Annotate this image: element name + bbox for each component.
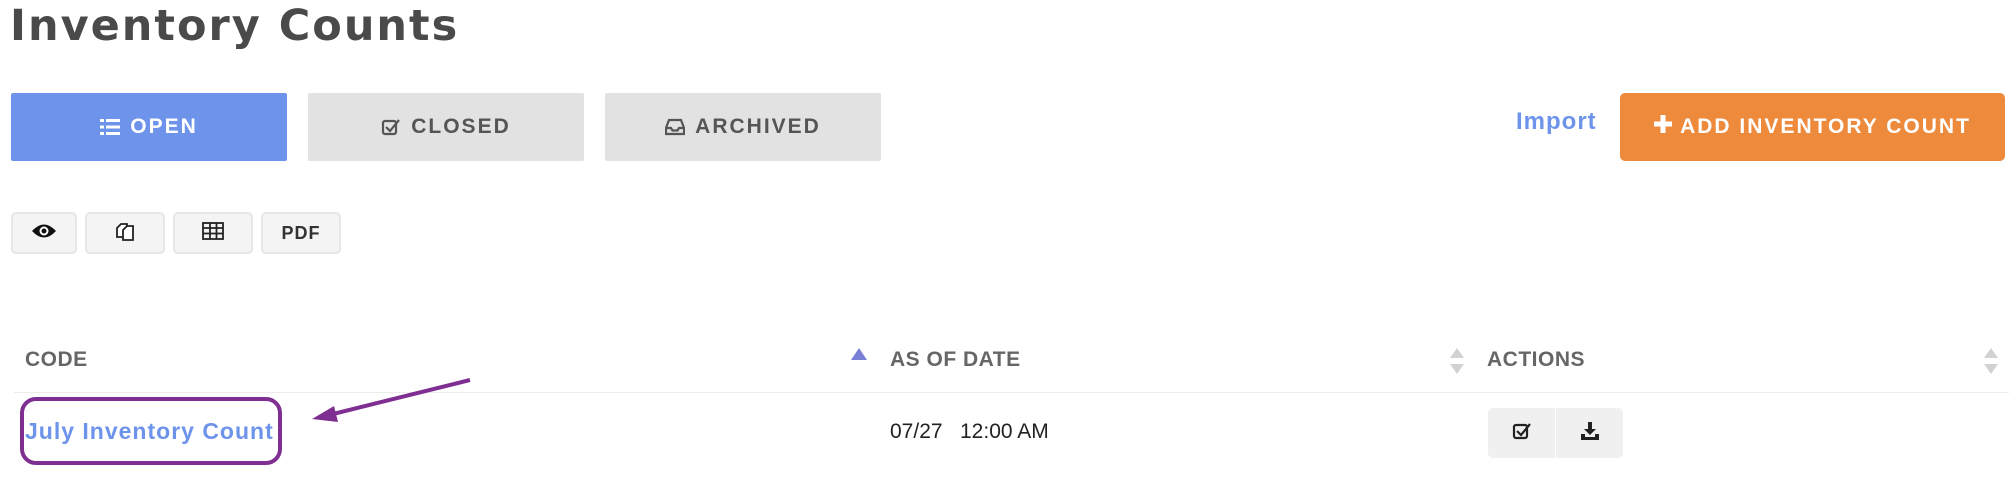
inbox-icon bbox=[665, 118, 686, 136]
add-inventory-count-button[interactable]: ADD INVENTORY COUNT bbox=[1620, 93, 2005, 161]
column-header-code-label: CODE bbox=[25, 348, 88, 371]
pdf-label: PDF bbox=[281, 222, 321, 243]
column-header-as-of-date[interactable]: AS OF DATE bbox=[890, 348, 1021, 372]
tab-closed[interactable]: CLOSED bbox=[308, 93, 584, 161]
column-header-actions[interactable]: ACTIONS bbox=[1487, 348, 1585, 372]
annotation-highlight bbox=[20, 397, 282, 465]
eye-icon bbox=[31, 222, 57, 245]
column-header-actions-label: ACTIONS bbox=[1487, 348, 1585, 371]
sort-both-icon[interactable] bbox=[1984, 348, 1998, 379]
tab-closed-label: CLOSED bbox=[411, 115, 511, 138]
tab-archived[interactable]: ARCHIVED bbox=[605, 93, 881, 161]
close-count-button[interactable] bbox=[1488, 408, 1555, 458]
pdf-button[interactable]: PDF bbox=[261, 212, 341, 254]
sort-asc-icon[interactable] bbox=[851, 347, 867, 365]
page-title: Inventory Counts bbox=[10, 1, 460, 51]
column-header-date-label: AS OF DATE bbox=[890, 348, 1021, 371]
checkbox-icon bbox=[381, 117, 401, 137]
row-time: 12:00 AM bbox=[960, 420, 1049, 443]
table-icon bbox=[202, 221, 224, 245]
list-icon bbox=[100, 118, 121, 136]
table-view-button[interactable] bbox=[173, 212, 253, 254]
column-header-code[interactable]: CODE bbox=[25, 348, 88, 372]
view-button[interactable] bbox=[11, 212, 77, 254]
copy-icon bbox=[114, 220, 136, 247]
check-icon bbox=[1512, 421, 1532, 446]
tab-archived-label: ARCHIVED bbox=[695, 115, 821, 138]
download-button[interactable] bbox=[1556, 408, 1623, 458]
download-icon bbox=[1580, 421, 1600, 446]
copy-button[interactable] bbox=[85, 212, 165, 254]
row-date: 07/27 bbox=[890, 420, 943, 443]
import-link[interactable]: Import bbox=[1516, 108, 1597, 136]
plus-icon bbox=[1654, 115, 1673, 139]
sort-both-icon[interactable] bbox=[1450, 348, 1464, 379]
tab-open-label: OPEN bbox=[130, 115, 198, 138]
tab-open[interactable]: OPEN bbox=[11, 93, 287, 161]
annotation-arrow bbox=[312, 378, 471, 422]
add-inventory-count-label: ADD INVENTORY COUNT bbox=[1680, 115, 1971, 138]
